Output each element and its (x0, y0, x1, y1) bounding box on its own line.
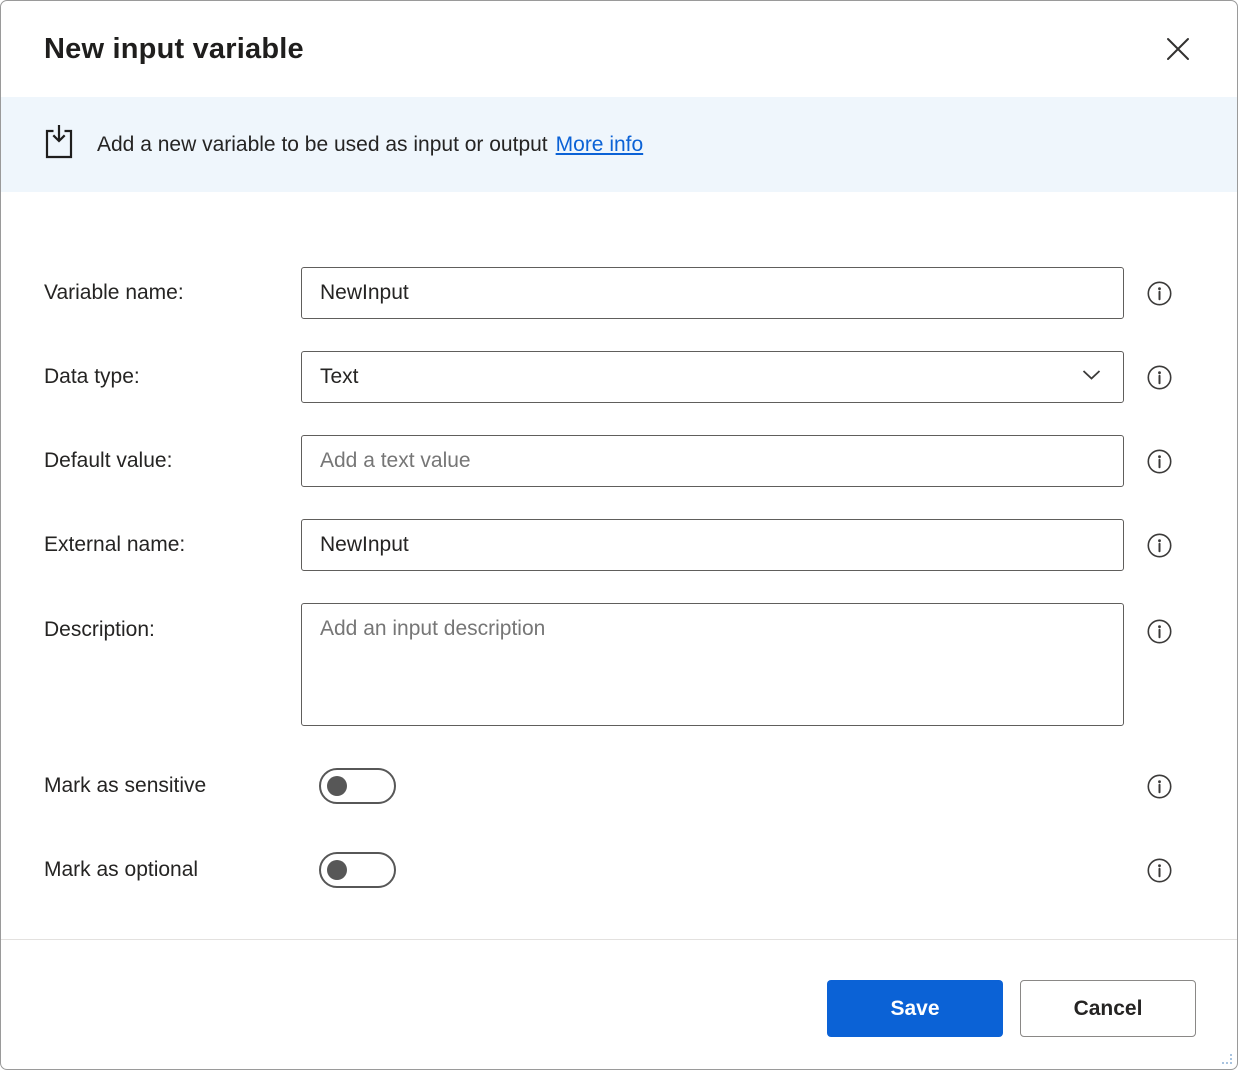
default-value-label: Default value: (44, 449, 301, 473)
new-input-variable-dialog: New input variable Add a new variable to… (0, 0, 1238, 1070)
mark-optional-toggle[interactable] (319, 852, 396, 888)
toggle-knob (327, 860, 347, 880)
mark-sensitive-info-icon[interactable] (1147, 774, 1172, 799)
data-type-value: Text (320, 365, 359, 389)
mark-optional-info-icon[interactable] (1147, 858, 1172, 883)
save-button[interactable]: Save (827, 980, 1003, 1037)
cancel-button[interactable]: Cancel (1020, 980, 1196, 1037)
default-value-info-icon[interactable] (1147, 449, 1172, 474)
description-info-icon[interactable] (1147, 619, 1172, 644)
variable-name-label: Variable name: (44, 281, 301, 305)
mark-sensitive-toggle[interactable] (319, 768, 396, 804)
external-name-input[interactable] (301, 519, 1124, 571)
dialog-form: Variable name: Data type: Text (1, 192, 1237, 939)
default-value-input[interactable] (301, 435, 1124, 487)
dialog-header: New input variable (1, 1, 1237, 97)
more-info-link[interactable]: More info (556, 133, 644, 156)
variable-name-row: Variable name: (1, 267, 1237, 319)
description-row: Description: (1, 603, 1237, 731)
external-name-label: External name: (44, 533, 301, 557)
data-type-select[interactable]: Text (301, 351, 1124, 403)
banner-message: Add a new variable to be used as input o… (97, 133, 548, 156)
mark-sensitive-row: Mark as sensitive (1, 768, 1237, 804)
data-type-info-icon[interactable] (1147, 365, 1172, 390)
external-name-row: External name: (1, 519, 1237, 571)
banner-text: Add a new variable to be used as input o… (97, 133, 643, 157)
data-type-label: Data type: (44, 365, 301, 389)
info-banner: Add a new variable to be used as input o… (1, 97, 1237, 192)
variable-name-info-icon[interactable] (1147, 281, 1172, 306)
dialog-title: New input variable (44, 33, 304, 66)
variable-name-input[interactable] (301, 267, 1124, 319)
toggle-knob (327, 776, 347, 796)
description-label: Description: (44, 603, 301, 642)
mark-optional-label: Mark as optional (44, 858, 301, 882)
data-type-row: Data type: Text (1, 351, 1237, 403)
dialog-footer: Save Cancel (1, 939, 1237, 1069)
external-name-info-icon[interactable] (1147, 533, 1172, 558)
chevron-down-icon (1078, 361, 1105, 394)
close-button[interactable] (1157, 28, 1199, 70)
input-variable-icon (44, 124, 74, 165)
resize-grip[interactable] (1218, 1050, 1234, 1066)
mark-optional-row: Mark as optional (1, 852, 1237, 888)
mark-sensitive-label: Mark as sensitive (44, 774, 301, 798)
default-value-row: Default value: (1, 435, 1237, 487)
description-textarea[interactable] (301, 603, 1124, 726)
close-icon (1165, 50, 1191, 65)
